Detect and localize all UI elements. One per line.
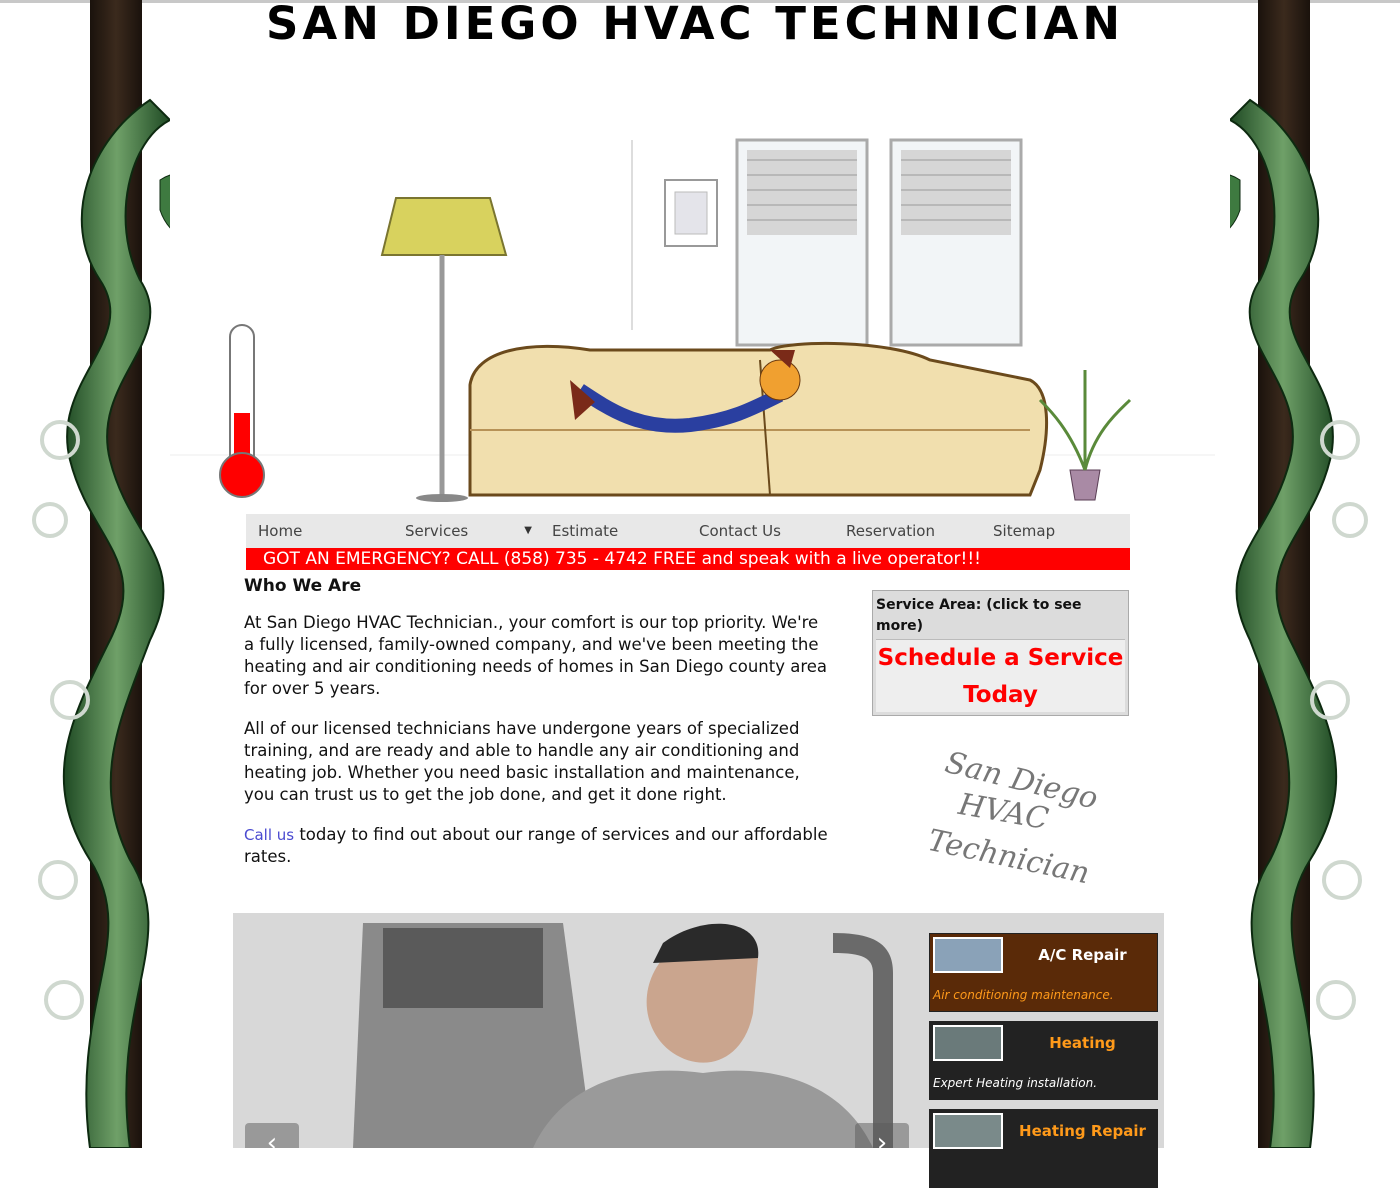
tile-title: A/C Repair (1038, 946, 1127, 964)
service-tile-heating-repair[interactable]: Heating Repair (929, 1109, 1158, 1188)
nav-contact-us[interactable]: Contact Us (687, 514, 834, 548)
nav-home[interactable]: Home (246, 514, 393, 548)
about-paragraph-1: At San Diego HVAC Technician., your comf… (244, 613, 828, 698)
tile-title: Heating (1049, 1034, 1116, 1052)
left-dragon-pillar (30, 0, 170, 1148)
service-area-header[interactable]: Service Area: (click to see more) (873, 591, 1128, 634)
main-nav: Home Services ▼ Estimate Contact Us Rese… (246, 514, 1130, 548)
service-tile-heating[interactable]: Heating Expert Heating installation. (929, 1021, 1158, 1100)
slider-next-button[interactable]: › (855, 1123, 909, 1148)
logo-line-3: Technician (924, 823, 1093, 892)
call-us-link[interactable]: Call us (244, 826, 294, 844)
nav-sitemap[interactable]: Sitemap (981, 514, 1130, 548)
dragon-icon (1230, 98, 1368, 1148)
slider-prev-button[interactable]: ‹ (245, 1123, 299, 1148)
nav-estimate[interactable]: Estimate (540, 514, 687, 548)
nav-reservation[interactable]: Reservation (834, 514, 981, 548)
service-area-box[interactable]: Service Area: (click to see more) Schedu… (872, 590, 1129, 716)
script-logo: San Diego HVAC Technician (920, 745, 1102, 891)
about-paragraph-3-text: today to find out about our range of ser… (244, 825, 828, 866)
tile-description: Expert Heating installation. (933, 1076, 1098, 1090)
emergency-banner: GOT AN EMERGENCY? CALL (858) 735 - 4742 … (246, 548, 1130, 570)
service-tile-ac-repair[interactable]: A/C Repair Air conditioning maintenance. (929, 933, 1158, 1012)
section-heading: Who We Are (244, 576, 362, 596)
hero-illustration (170, 50, 1215, 502)
heating-thumbnail (933, 1025, 1003, 1061)
window-right (889, 138, 1023, 347)
schedule-service-button[interactable]: Schedule a Service Today (876, 639, 1125, 712)
caret-down-icon[interactable]: ▼ (524, 514, 532, 548)
right-dragon-pillar (1230, 0, 1370, 1148)
nav-services[interactable]: Services ▼ (393, 514, 540, 548)
tile-description: Air conditioning maintenance. (933, 988, 1114, 1002)
window-left (735, 138, 869, 347)
about-paragraph-2: All of our licensed technicians have und… (244, 719, 800, 804)
about-section: Who We Are At San Diego HVAC Technician.… (244, 576, 829, 886)
heating-repair-thumbnail (933, 1113, 1003, 1149)
ac-technician-thumbnail (933, 937, 1003, 973)
nav-services-label: Services (405, 522, 469, 540)
sofa-icon (468, 341, 1048, 497)
site-title: SAN DIEGO HVAC TECHNICIAN (266, 0, 1124, 50)
tile-title: Heating Repair (1019, 1122, 1146, 1140)
about-paragraph-3: Call us today to find out about our rang… (244, 824, 829, 868)
dragon-icon (32, 98, 170, 1148)
